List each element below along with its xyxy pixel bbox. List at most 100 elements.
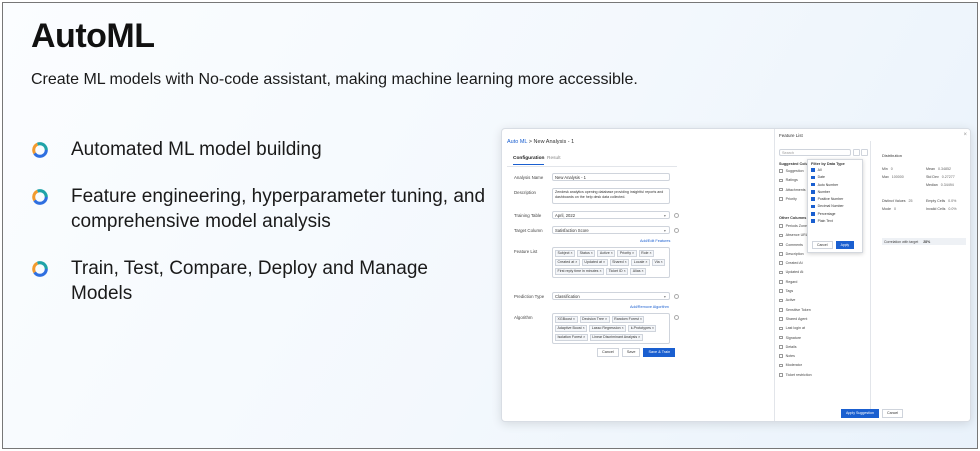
checkbox[interactable] bbox=[779, 261, 783, 266]
feature-chip[interactable]: Updated at × bbox=[581, 259, 608, 266]
checkbox[interactable] bbox=[779, 224, 783, 228]
column-option[interactable]: Signature bbox=[779, 334, 812, 343]
checkbox[interactable] bbox=[779, 242, 783, 247]
feature-chip[interactable]: Locale × bbox=[631, 259, 650, 266]
filter-option[interactable]: Auto Number bbox=[811, 182, 859, 189]
checkbox[interactable] bbox=[779, 233, 783, 238]
add-edit-features-link[interactable]: Add/Edit Features bbox=[640, 239, 670, 243]
analysis-name-input[interactable]: New Analysis - 1 bbox=[552, 173, 670, 181]
feature-chip[interactable]: Ticket ID × bbox=[606, 268, 629, 275]
description-textarea[interactable]: Zendesk analytics opening database provi… bbox=[552, 188, 670, 204]
filter-option[interactable]: Percentage bbox=[811, 211, 859, 218]
checkbox[interactable] bbox=[811, 175, 815, 180]
checkbox[interactable] bbox=[779, 178, 783, 183]
feature-chip[interactable]: Priority × bbox=[617, 250, 637, 257]
feature-chip[interactable]: Shared × bbox=[609, 259, 630, 266]
save-button[interactable]: Save bbox=[621, 348, 641, 357]
algorithm-chip[interactable]: Isolation Forest × bbox=[555, 334, 588, 341]
algorithm-chip[interactable]: Decision Tree × bbox=[579, 316, 610, 323]
checkbox[interactable] bbox=[811, 197, 815, 202]
column-option[interactable]: Created At bbox=[779, 259, 812, 268]
checkbox[interactable] bbox=[779, 252, 783, 256]
checkbox[interactable] bbox=[811, 219, 815, 223]
algorithm-chip[interactable]: k-Prototypes × bbox=[628, 325, 657, 332]
checkbox[interactable] bbox=[779, 363, 783, 368]
algorithm-chip[interactable]: Lasso Regression × bbox=[589, 325, 627, 332]
breadcrumb-root-link[interactable]: Auto ML bbox=[507, 139, 527, 145]
checkbox[interactable] bbox=[779, 335, 783, 340]
close-icon[interactable]: × bbox=[963, 132, 967, 138]
checkbox[interactable] bbox=[779, 298, 783, 303]
column-option[interactable]: Priority bbox=[779, 195, 806, 204]
checkbox[interactable] bbox=[779, 326, 783, 331]
checkbox[interactable] bbox=[779, 307, 783, 312]
feature-chip[interactable]: Status × bbox=[577, 250, 596, 257]
checkbox[interactable] bbox=[811, 182, 815, 187]
checkbox[interactable] bbox=[779, 270, 783, 275]
column-option[interactable]: Ratings bbox=[779, 176, 806, 185]
target-column-select[interactable]: Satisfaction Score ▾ bbox=[552, 226, 670, 234]
checkbox[interactable] bbox=[779, 197, 783, 201]
column-option[interactable]: Sensitive Token bbox=[779, 306, 812, 315]
feature-chip[interactable]: Role × bbox=[638, 250, 655, 257]
checkbox[interactable] bbox=[779, 187, 783, 192]
feature-chip[interactable]: First reply time in minutes × bbox=[555, 268, 605, 275]
panel-cancel-button[interactable]: Cancel bbox=[881, 409, 904, 418]
checkbox[interactable] bbox=[779, 289, 783, 293]
checkbox[interactable] bbox=[811, 168, 815, 172]
column-option[interactable]: Tags bbox=[779, 287, 812, 296]
filter-option[interactable]: Date bbox=[811, 174, 859, 181]
save-train-button[interactable]: Save & Train bbox=[643, 348, 676, 357]
algorithm-chip[interactable]: Linear Discriminant Analysis × bbox=[589, 334, 643, 341]
feature-chip[interactable]: Active × bbox=[597, 250, 616, 257]
checkbox[interactable] bbox=[811, 212, 815, 216]
column-option[interactable]: Suggestion bbox=[779, 167, 806, 176]
column-option[interactable]: Updated At bbox=[779, 268, 812, 277]
sort-icon[interactable] bbox=[861, 149, 868, 156]
filter-option[interactable]: Plain Text bbox=[811, 218, 859, 225]
apply-suggestion-button[interactable]: Apply Suggestion bbox=[841, 409, 879, 418]
checkbox[interactable] bbox=[779, 317, 783, 321]
checkbox[interactable] bbox=[811, 204, 815, 209]
column-option[interactable]: Shared Agent bbox=[779, 315, 812, 324]
feature-chip[interactable]: Subject × bbox=[555, 250, 576, 257]
feature-chip[interactable]: Alias × bbox=[630, 268, 647, 275]
tab-configuration[interactable]: Configuration bbox=[513, 156, 545, 165]
column-option[interactable]: Moderator bbox=[779, 361, 812, 370]
filter-cancel-button[interactable]: Cancel bbox=[812, 241, 833, 249]
tab-result[interactable]: Result bbox=[547, 156, 561, 161]
column-option[interactable]: Notes bbox=[779, 352, 812, 361]
filter-option[interactable]: All bbox=[811, 167, 859, 174]
info-icon[interactable] bbox=[674, 294, 679, 299]
checkbox[interactable] bbox=[779, 345, 783, 349]
algorithm-chip[interactable]: Random Forest × bbox=[611, 316, 645, 323]
checkbox[interactable] bbox=[779, 169, 783, 173]
filter-icon[interactable] bbox=[853, 149, 860, 156]
training-table-select[interactable]: April, 2022 ▾ bbox=[552, 211, 670, 219]
feature-chip[interactable]: Via × bbox=[652, 259, 666, 266]
column-option[interactable]: Last login at bbox=[779, 324, 812, 333]
algorithm-chip[interactable]: Adaptive Boost × bbox=[555, 325, 588, 332]
prediction-type-select[interactable]: Classification ▾ bbox=[552, 292, 670, 300]
feature-search-input[interactable]: Search bbox=[779, 149, 851, 156]
checkbox[interactable] bbox=[779, 373, 783, 377]
filter-apply-button[interactable]: Apply bbox=[835, 241, 855, 249]
info-icon[interactable] bbox=[674, 213, 679, 218]
feature-chip[interactable]: Created at × bbox=[555, 259, 580, 266]
column-option[interactable]: Regard bbox=[779, 278, 812, 287]
info-icon[interactable] bbox=[674, 315, 679, 320]
filter-option[interactable]: Decimal Number bbox=[811, 203, 859, 210]
checkbox[interactable] bbox=[779, 354, 783, 358]
filter-option[interactable]: Number bbox=[811, 189, 859, 196]
column-option[interactable]: Active bbox=[779, 296, 812, 305]
checkbox[interactable] bbox=[811, 190, 815, 194]
cancel-button[interactable]: Cancel bbox=[597, 348, 619, 357]
column-option[interactable]: Ticket restriction bbox=[779, 371, 812, 380]
algorithm-chip[interactable]: XGBoost × bbox=[555, 316, 578, 323]
checkbox[interactable] bbox=[779, 280, 783, 284]
add-remove-algorithm-link[interactable]: Add/Remove Algorithm bbox=[630, 305, 669, 309]
info-icon[interactable] bbox=[674, 228, 679, 233]
column-option[interactable]: Attachments bbox=[779, 186, 806, 195]
filter-option[interactable]: Positive Number bbox=[811, 196, 859, 203]
column-option[interactable]: Details bbox=[779, 343, 812, 352]
